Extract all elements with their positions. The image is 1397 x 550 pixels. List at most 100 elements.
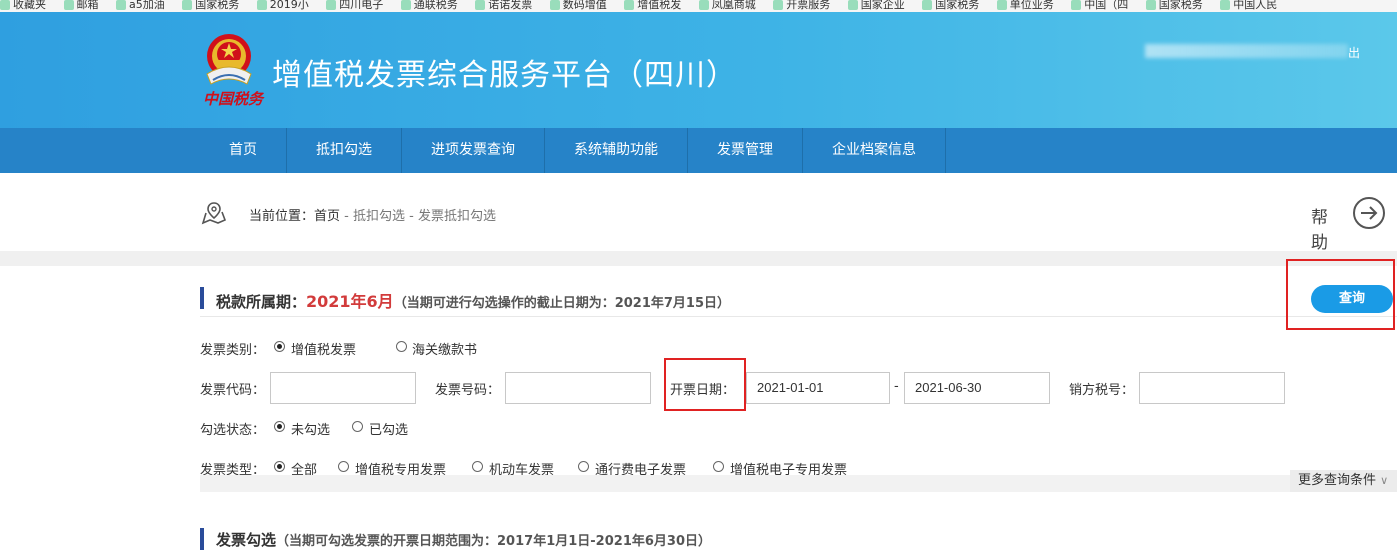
radio-not-selected-label[interactable]: 未勾选 [291,419,330,438]
date-separator: - [894,379,899,394]
breadcrumb: 当前位置：首页 - 抵扣勾选 - 发票抵扣勾选 [249,205,496,224]
bookmark-item[interactable]: 单位业务 [996,0,1054,10]
bookmark-item[interactable]: 数码增值 [549,0,607,10]
bookmark-item[interactable]: 凤凰商城 [698,0,756,10]
bookmark-item[interactable]: 诺诺发票 [475,0,532,10]
radio-type-motor-vehicle[interactable] [472,461,483,472]
nav-deduction-select[interactable]: 抵扣勾选 [287,128,402,173]
date-to-input[interactable]: 2021-06-30 [904,372,1050,404]
bookmark-icon [400,0,411,10]
tax-period-heading: 税款所属期：2021年6月（当期可进行勾选操作的截止日期为：2021年7月15日… [216,288,730,312]
more-conditions-toggle[interactable]: 更多查询条件 ∨ [1290,470,1397,492]
breadcrumb-row: 当前位置：首页 - 抵扣勾选 - 发票抵扣勾选 帮助 [0,173,1397,253]
bookmark-icon [63,0,74,10]
bookmark-item[interactable]: 四川电子 [326,0,383,10]
breadcrumb-home[interactable]: 首页 [314,209,340,224]
bookmark-item[interactable]: 通联税务 [400,0,458,10]
nav-system-tools[interactable]: 系统辅助功能 [545,128,688,173]
radio-type-vat-special[interactable] [338,461,349,472]
highlight-box-date [664,358,746,411]
bookmark-icon [549,0,560,10]
invoice-number-label: 发票号码： [435,383,501,398]
breadcrumb-sep: - [340,209,353,224]
breadcrumb-level1[interactable]: 抵扣勾选 [353,209,405,224]
bookmark-icon [773,0,784,10]
breadcrumb-level2: 发票抵扣勾选 [417,209,496,224]
bookmark-icon [1145,0,1156,10]
logout-link[interactable]: 出 [1348,44,1360,61]
invoice-number-input[interactable] [505,372,651,404]
tax-period-note: （当期可进行勾选操作的截止日期为：2021年7月15日） [393,296,731,311]
radio-type-vat-e-special[interactable] [713,461,724,472]
nav-input-invoice-query[interactable]: 进项发票查询 [402,128,545,173]
bookmark-item[interactable]: a5加油 [116,0,165,10]
section-marker [200,287,204,309]
invoice-select-label: 发票勾选 [216,531,277,549]
bookmark-icon [922,0,933,10]
breadcrumb-sep: - [405,209,418,224]
section-gap [0,251,1397,266]
invoice-select-note: （当期可勾选发票的开票日期范围为：2017年1月1日-2021年6月30日） [276,534,712,549]
tax-period-value: 2021年6月 [306,292,394,311]
bookmark-icon [624,0,635,10]
bookmark-item[interactable]: 中国（四 [1071,0,1128,10]
bookmark-icon [182,0,193,10]
tax-period-label: 税款所属期： [216,293,307,311]
date-from-input[interactable]: 2021-01-01 [746,372,890,404]
bookmark-icon [996,0,1007,10]
more-conditions-bar [200,475,1397,492]
invoice-select-heading: 发票勾选（当期可勾选发票的开票日期范围为：2017年1月1日-2021年6月30… [216,529,711,550]
bookmark-item[interactable]: 中国人民 [1220,0,1277,10]
bookmark-item[interactable]: 国家企业 [847,0,905,10]
chevron-down-icon: ∨ [1380,474,1389,487]
location-map-icon [201,202,227,225]
section-marker [200,528,204,550]
bookmark-icon [475,0,486,10]
site-title: 增值税发票综合服务平台（四川） [272,58,737,93]
help-label: 帮助 [1311,208,1328,253]
seller-tax-input[interactable] [1139,372,1285,404]
invoice-code-input[interactable] [270,372,416,404]
highlight-box-query [1286,259,1395,330]
radio-selected[interactable] [352,421,363,432]
bookmark-item[interactable]: 邮箱 [63,0,99,10]
nav-home[interactable]: 首页 [200,128,287,173]
site-header: 中国税务 增值税发票综合服务平台（四川） 出 [0,12,1397,128]
bookmark-item[interactable]: 收藏夹 [0,0,46,10]
invoice-category-label: 发票类别： [200,343,266,358]
user-info [1145,42,1348,60]
radio-vat-invoice-label[interactable]: 增值税发票 [291,339,356,358]
user-name-blurred [1145,44,1348,58]
radio-selected-label[interactable]: 已勾选 [369,419,408,438]
radio-type-all[interactable] [274,461,285,472]
bookmark-item[interactable]: 开票服务 [773,0,830,10]
bookmark-icon [698,0,709,10]
bookmark-item[interactable]: 增值税发 [624,0,681,10]
arrow-right-circle-icon [1353,197,1385,229]
select-status-label: 勾选状态： [200,423,266,438]
breadcrumb-prefix: 当前位置： [249,209,315,224]
bookmark-icon [116,0,126,10]
logo-text: 中国税务 [203,90,264,108]
bookmarks-bar: 收藏夹 邮箱 a5加油 国家税务 2019小 四川电子 通联税务 诺诺发票 数码… [0,0,1397,12]
bookmark-icon [1071,0,1082,10]
nav-invoice-management[interactable]: 发票管理 [688,128,803,173]
nav-company-profile[interactable]: 企业档案信息 [803,128,946,173]
bookmark-item[interactable]: 国家税务 [182,0,239,10]
bookmark-icon [1220,0,1231,10]
bookmark-icon [0,0,10,10]
bookmark-icon [326,0,337,10]
bookmark-item[interactable]: 国家税务 [1145,0,1203,10]
bookmark-icon [847,0,858,10]
main-nav: 首页 抵扣勾选 进项发票查询 系统辅助功能 发票管理 企业档案信息 [0,128,1397,173]
bookmark-item[interactable]: 2019小 [256,0,309,10]
bookmark-icon [256,0,267,10]
radio-vat-invoice[interactable] [274,341,285,352]
radio-customs-payment[interactable] [396,341,407,352]
radio-not-selected[interactable] [274,421,285,432]
radio-customs-payment-label[interactable]: 海关缴款书 [412,339,477,358]
seller-tax-label: 销方税号： [1069,383,1135,398]
radio-type-toll-e-invoice[interactable] [578,461,589,472]
national-emblem-icon [206,34,252,85]
bookmark-item[interactable]: 国家税务 [922,0,979,10]
